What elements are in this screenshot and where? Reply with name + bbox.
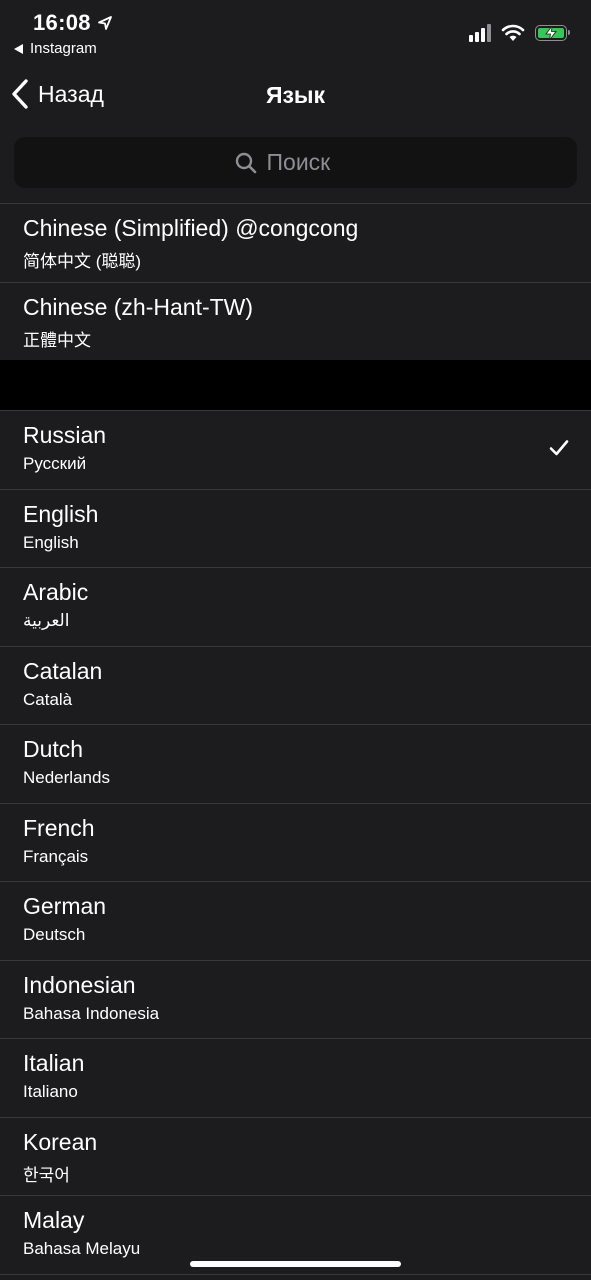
status-time-label: 16:08 <box>33 10 91 35</box>
language-row-italian[interactable]: Italian Italiano <box>0 1039 591 1118</box>
search-icon <box>235 152 256 173</box>
charging-bolt-icon <box>545 26 557 40</box>
back-to-app-link[interactable]: Instagram <box>14 40 97 57</box>
checkmark-icon <box>549 440 569 456</box>
language-row-russian[interactable]: Russian Русский <box>0 411 591 490</box>
language-row-french[interactable]: French Français <box>0 804 591 882</box>
language-name: Chinese (Simplified) @congcong <box>23 215 359 241</box>
special-languages-list: Chinese (Simplified) @congcong 简体中文 (聪聪)… <box>0 203 591 361</box>
language-row-german[interactable]: German Deutsch <box>0 882 591 961</box>
language-native-name: العربية <box>23 611 70 630</box>
language-native-name: Italiano <box>23 1082 78 1101</box>
language-name: English <box>23 500 99 527</box>
language-native-name: Nederlands <box>23 768 110 787</box>
wifi-icon <box>501 24 525 41</box>
page-title: Язык <box>265 82 326 108</box>
language-name: German <box>23 893 107 919</box>
search-input[interactable] <box>266 149 357 176</box>
location-arrow-icon <box>97 16 112 30</box>
language-name: Dutch <box>23 736 84 762</box>
language-name: Chinese (zh-Hant-TW) <box>23 293 254 320</box>
language-native-name: 한국어 <box>23 1165 70 1185</box>
language-native-name: 正體中文 <box>23 330 91 350</box>
language-native-name: 简体中文 (聪聪) <box>23 252 142 271</box>
language-row-arabic[interactable]: Arabic العربية <box>0 568 591 647</box>
language-row[interactable]: Chinese (zh-Hant-TW) 正體中文 <box>0 283 591 361</box>
language-name: Catalan <box>23 657 103 684</box>
language-name: Malay <box>23 1207 85 1233</box>
back-to-app-label: Instagram <box>30 40 97 57</box>
signal-icon <box>469 24 491 42</box>
language-native-name: Bahasa Indonesia <box>23 1003 160 1023</box>
language-name: Indonesian <box>23 971 136 998</box>
language-row-indonesian[interactable]: Indonesian Bahasa Indonesia <box>0 961 591 1039</box>
language-name: Korean <box>23 1128 98 1155</box>
navigation-bar: Назад Язык <box>0 64 591 128</box>
search-bar[interactable] <box>14 137 577 188</box>
language-row-catalan[interactable]: Catalan Català <box>0 647 591 725</box>
battery-charging-icon <box>535 25 570 41</box>
back-triangle-icon <box>14 43 23 54</box>
language-settings-screen: 16:08 Instagram Назад Язык Поиск Chinese… <box>0 0 591 1280</box>
status-icons <box>469 24 570 42</box>
language-native-name: Català <box>23 689 73 709</box>
language-native-name: Français <box>23 846 89 866</box>
language-native-name: English <box>23 532 79 552</box>
languages-list: Russian Русский English English Arabic ا… <box>0 410 591 1275</box>
language-native-name: Deutsch <box>23 925 86 944</box>
language-native-name: Русский <box>23 454 87 473</box>
language-native-name: Bahasa Melayu <box>23 1239 141 1258</box>
status-bar: 16:08 Instagram <box>0 0 591 64</box>
status-time: 16:08 <box>33 10 113 36</box>
language-row-dutch[interactable]: Dutch Nederlands <box>0 725 591 804</box>
language-name: French <box>23 814 95 841</box>
language-row-korean[interactable]: Korean 한국어 <box>0 1118 591 1196</box>
section-divider <box>0 360 591 410</box>
home-indicator[interactable] <box>190 1261 401 1267</box>
language-name: Russian <box>23 422 107 448</box>
language-name: Italian <box>23 1050 85 1076</box>
language-name: Arabic <box>23 579 89 605</box>
language-row-english[interactable]: English English <box>0 490 591 568</box>
language-row[interactable]: Chinese (Simplified) @congcong 简体中文 (聪聪) <box>0 204 591 283</box>
